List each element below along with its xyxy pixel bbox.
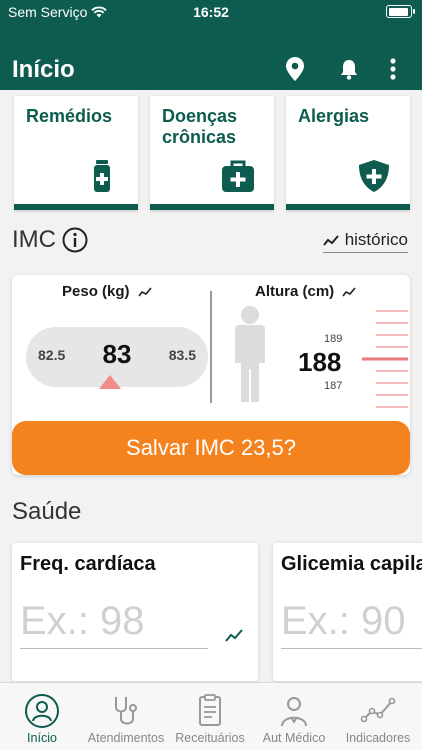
card-alergias[interactable]: Alergias [286, 96, 410, 210]
bottom-nav: Início Atendimentos Receituários Aut Méd… [0, 682, 422, 750]
chart-line-icon [360, 697, 396, 723]
status-bar: Sem Serviço 16:52 [0, 0, 422, 24]
input-underline [20, 648, 208, 649]
input-underline [281, 648, 422, 649]
height-above: 189 [324, 333, 343, 345]
weight-title: Peso (kg) [62, 283, 152, 300]
history-link[interactable]: histórico [322, 230, 408, 253]
card-label: Remédios [26, 106, 113, 126]
imc-title: IMC [12, 226, 56, 253]
history-label: histórico [344, 230, 408, 249]
weight-label: Peso (kg) [62, 283, 130, 300]
heart-rate-input[interactable]: Ex.: 98 [20, 599, 145, 644]
page-title: Início [12, 56, 75, 83]
metric-label: Freq. cardíaca [20, 553, 156, 575]
height-title: Altura (cm) [255, 283, 356, 300]
weight-marker [99, 375, 121, 389]
nav-label: Receituários [175, 731, 245, 745]
app-bar: Início [0, 24, 422, 90]
nav-receituarios[interactable]: Receituários [168, 689, 252, 747]
trend-icon[interactable] [137, 286, 152, 297]
card-label: Doenças crônicas [162, 106, 238, 147]
prescription-icon [199, 694, 221, 726]
card-doencas-cronicas[interactable]: Doenças crônicas [150, 96, 274, 210]
nav-label: Aut Médico [262, 731, 326, 745]
height-ruler[interactable] [362, 309, 410, 413]
metric-card-heart-rate[interactable]: Freq. cardíaca Ex.: 98 [12, 543, 258, 681]
metric-card-glycemia[interactable]: Glicemia capilar Ex.: 90 [273, 543, 422, 681]
shield-plus-icon [359, 160, 389, 192]
clock: 16:52 [193, 4, 229, 20]
trend-icon [322, 235, 339, 246]
weight-next: 83.5 [168, 347, 196, 363]
height-current: 188 [298, 347, 342, 377]
card-remedios[interactable]: Remédios [14, 96, 138, 210]
person-silhouette-icon [235, 306, 265, 402]
nav-atendimentos[interactable]: Atendimentos [84, 689, 168, 747]
nav-aut-medico[interactable]: Aut Médico [252, 689, 336, 747]
battery-icon [386, 5, 415, 18]
save-imc-button[interactable]: Salvar IMC 23,5? [12, 421, 410, 475]
trend-icon[interactable] [224, 627, 244, 643]
nav-inicio[interactable]: Início [0, 689, 84, 747]
height-below: 187 [324, 380, 343, 392]
height-label: Altura (cm) [255, 283, 335, 300]
stethoscope-icon [115, 697, 137, 725]
card-label: Alergias [298, 106, 370, 126]
glycemia-input[interactable]: Ex.: 90 [281, 599, 406, 644]
nav-label: Início [27, 731, 57, 745]
user-icon [25, 694, 59, 728]
health-title: Saúde [12, 498, 82, 525]
doctor-icon [281, 697, 307, 727]
health-metrics-scroller[interactable]: Freq. cardíaca Ex.: 98 Glicemia capilar … [0, 540, 422, 682]
imc-panel: Peso (kg) Altura (cm) 82.5 83 83.5 189 1… [12, 275, 410, 475]
imc-header: IMC [12, 226, 88, 254]
bell-icon[interactable] [337, 56, 361, 82]
trend-icon[interactable] [342, 286, 356, 297]
nav-indicadores[interactable]: Indicadores [336, 689, 420, 747]
location-pin-icon[interactable] [283, 56, 307, 82]
medicine-bottle-icon [94, 160, 110, 192]
info-icon[interactable] [62, 227, 88, 253]
nav-label: Atendimentos [87, 731, 165, 745]
nav-label: Indicadores [345, 731, 411, 745]
medical-kit-icon [222, 160, 254, 192]
category-cards: Remédios Doenças crônicas Alergias [0, 96, 422, 212]
metric-label: Glicemia capilar [281, 553, 422, 575]
more-vert-icon[interactable] [381, 56, 405, 82]
panel-divider [210, 291, 212, 403]
